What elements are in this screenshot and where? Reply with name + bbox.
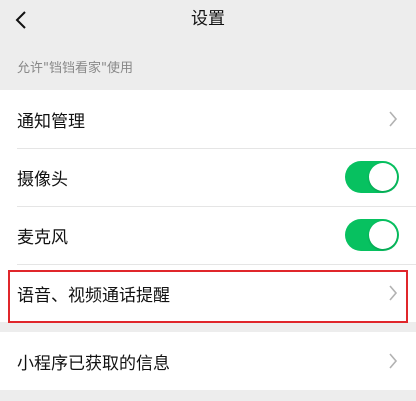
camera-label: 摄像头	[17, 169, 68, 190]
notification-settings-row[interactable]: 通知管理	[0, 90, 416, 148]
microphone-toggle[interactable]	[345, 219, 399, 251]
call-reminder-row[interactable]: 语音、视频通话提醒	[0, 264, 416, 322]
page-title: 设置	[191, 9, 225, 29]
toggle-knob	[369, 163, 397, 191]
camera-row: 摄像头	[0, 148, 416, 206]
chevron-right-icon	[389, 353, 398, 369]
notification-settings-label: 通知管理	[17, 111, 85, 132]
microphone-label: 麦克风	[17, 227, 68, 248]
permissions-group: 通知管理 摄像头 麦克风 语音、视频通话提醒	[0, 90, 416, 322]
permission-section-caption: 允许"铛铛看家"使用	[17, 61, 133, 76]
nav-bar: 设置	[0, 0, 416, 44]
call-reminder-label: 语音、视频通话提醒	[17, 285, 170, 306]
microphone-row: 麦克风	[0, 206, 416, 264]
info-group: 小程序已获取的信息	[0, 332, 416, 390]
toggle-knob	[369, 221, 397, 249]
chevron-right-icon	[389, 285, 398, 301]
obtained-info-label: 小程序已获取的信息	[17, 353, 170, 374]
camera-toggle[interactable]	[345, 161, 399, 193]
chevron-right-icon	[389, 111, 398, 127]
obtained-info-row[interactable]: 小程序已获取的信息	[0, 332, 416, 390]
bottom-strip	[0, 390, 416, 401]
